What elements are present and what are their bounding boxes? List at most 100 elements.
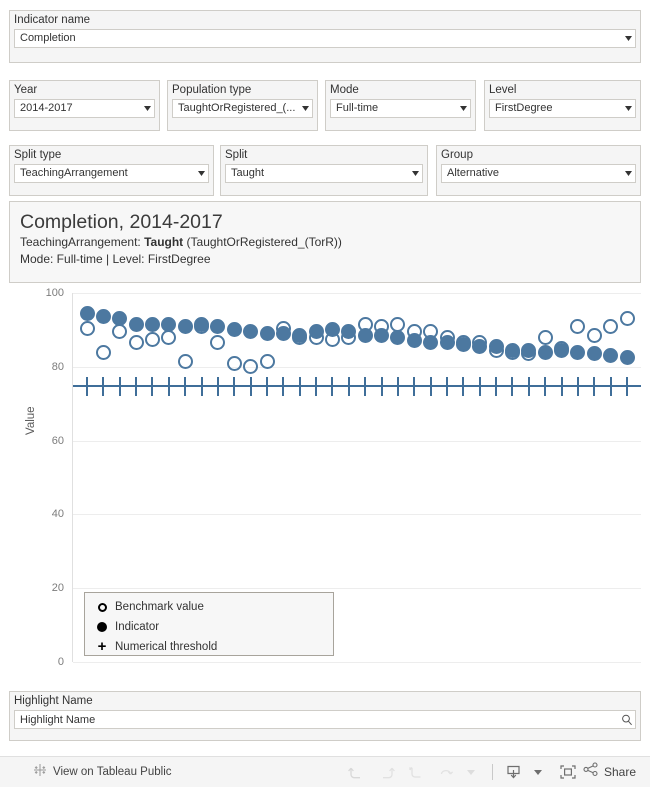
data-point-benchmark[interactable] bbox=[144, 331, 160, 347]
numerical-threshold-marker[interactable] bbox=[167, 376, 170, 396]
numerical-threshold-marker[interactable] bbox=[429, 376, 432, 396]
data-point-benchmark[interactable] bbox=[554, 340, 570, 356]
numerical-threshold-marker[interactable] bbox=[266, 376, 268, 396]
data-point-indicator[interactable] bbox=[128, 316, 144, 332]
numerical-threshold-marker[interactable] bbox=[446, 376, 448, 396]
numerical-threshold-marker[interactable] bbox=[184, 376, 187, 396]
data-point-indicator[interactable] bbox=[603, 348, 619, 364]
numerical-threshold-marker[interactable] bbox=[527, 376, 530, 396]
data-point-benchmark[interactable] bbox=[406, 324, 422, 340]
data-point-benchmark[interactable] bbox=[488, 342, 504, 358]
dropdown-mode[interactable]: Full-time bbox=[330, 99, 471, 118]
data-point-benchmark[interactable] bbox=[521, 346, 537, 362]
data-point-indicator[interactable] bbox=[619, 350, 635, 366]
chevron-down-icon[interactable] bbox=[408, 165, 422, 182]
data-point-benchmark[interactable] bbox=[79, 320, 95, 336]
data-point-benchmark[interactable] bbox=[177, 353, 193, 369]
chevron-down-icon[interactable] bbox=[456, 100, 470, 117]
data-point-indicator[interactable] bbox=[570, 344, 586, 360]
dropdown-level[interactable]: FirstDegree bbox=[489, 99, 636, 118]
data-point-benchmark[interactable] bbox=[603, 318, 619, 334]
data-point-benchmark[interactable] bbox=[341, 329, 357, 345]
data-point-benchmark[interactable] bbox=[194, 318, 210, 334]
numerical-threshold-marker[interactable] bbox=[249, 376, 252, 396]
data-point-benchmark[interactable] bbox=[439, 329, 455, 345]
data-point-indicator[interactable] bbox=[144, 316, 160, 332]
data-point-benchmark[interactable] bbox=[390, 316, 406, 332]
data-point-indicator[interactable] bbox=[177, 318, 193, 334]
data-point-benchmark[interactable] bbox=[292, 329, 308, 345]
chevron-down-icon[interactable] bbox=[140, 100, 154, 117]
numerical-threshold-marker[interactable] bbox=[216, 376, 219, 396]
chevron-down-icon[interactable] bbox=[621, 100, 635, 117]
data-point-benchmark[interactable] bbox=[324, 331, 340, 347]
numerical-threshold-marker[interactable] bbox=[396, 376, 399, 396]
numerical-threshold-marker[interactable] bbox=[86, 376, 88, 396]
search-icon[interactable] bbox=[619, 711, 635, 728]
legend-item-indicator[interactable]: Indicator bbox=[85, 617, 333, 637]
undo-icon[interactable] bbox=[342, 759, 372, 785]
data-point-benchmark[interactable] bbox=[95, 344, 111, 360]
data-point-indicator[interactable] bbox=[390, 329, 406, 345]
fullscreen-icon[interactable] bbox=[553, 759, 583, 785]
data-point-benchmark[interactable] bbox=[112, 324, 128, 340]
data-point-benchmark[interactable] bbox=[308, 329, 324, 345]
numerical-threshold-marker[interactable] bbox=[544, 376, 547, 396]
numerical-threshold-marker[interactable] bbox=[135, 376, 138, 396]
data-point-benchmark[interactable] bbox=[504, 344, 520, 360]
search-input[interactable] bbox=[15, 711, 619, 728]
chevron-down-icon[interactable] bbox=[456, 759, 486, 785]
numerical-threshold-marker[interactable] bbox=[478, 376, 481, 396]
dropdown-year[interactable]: 2014-2017 bbox=[14, 99, 155, 118]
revert-icon[interactable] bbox=[402, 759, 432, 785]
numerical-threshold-marker[interactable] bbox=[347, 376, 350, 396]
data-point-indicator[interactable] bbox=[586, 346, 602, 362]
data-point-indicator[interactable] bbox=[259, 326, 275, 342]
numerical-threshold-marker[interactable] bbox=[413, 376, 416, 396]
chevron-down-icon[interactable] bbox=[621, 165, 635, 182]
numerical-threshold-marker[interactable] bbox=[380, 376, 383, 396]
data-point-indicator[interactable] bbox=[537, 344, 553, 360]
view-on-tableau-public-link[interactable]: View on Tableau Public bbox=[33, 763, 172, 782]
numerical-threshold-marker[interactable] bbox=[233, 376, 236, 396]
numerical-threshold-marker[interactable] bbox=[315, 376, 318, 396]
chevron-down-icon[interactable] bbox=[194, 165, 208, 182]
data-point-benchmark[interactable] bbox=[619, 311, 635, 327]
numerical-threshold-marker[interactable] bbox=[511, 376, 514, 396]
numerical-threshold-marker[interactable] bbox=[462, 376, 465, 396]
data-point-indicator[interactable] bbox=[79, 305, 95, 321]
data-point-benchmark[interactable] bbox=[259, 353, 275, 369]
numerical-threshold-marker[interactable] bbox=[576, 376, 579, 396]
numerical-threshold-marker[interactable] bbox=[495, 376, 498, 396]
data-point-benchmark[interactable] bbox=[586, 327, 602, 343]
data-point-benchmark[interactable] bbox=[161, 329, 177, 345]
numerical-threshold-marker[interactable] bbox=[200, 376, 203, 396]
numerical-threshold-marker[interactable] bbox=[560, 376, 563, 396]
data-point-benchmark[interactable] bbox=[128, 335, 144, 351]
data-point-benchmark[interactable] bbox=[210, 335, 226, 351]
chevron-down-icon[interactable] bbox=[298, 100, 312, 117]
data-point-benchmark[interactable] bbox=[374, 318, 390, 334]
dropdown-indicator-name[interactable]: Completion bbox=[14, 29, 636, 48]
numerical-threshold-marker[interactable] bbox=[364, 376, 367, 396]
data-point-indicator[interactable] bbox=[226, 322, 242, 338]
numerical-threshold-marker[interactable] bbox=[282, 376, 285, 396]
redo-icon[interactable] bbox=[372, 759, 402, 785]
chevron-down-icon[interactable] bbox=[523, 759, 553, 785]
data-point-benchmark[interactable] bbox=[357, 316, 373, 332]
legend-item-numerical-threshold[interactable]: + Numerical threshold bbox=[85, 637, 333, 657]
data-point-benchmark[interactable] bbox=[537, 329, 553, 345]
numerical-threshold-marker[interactable] bbox=[151, 376, 154, 396]
data-point-benchmark[interactable] bbox=[226, 355, 242, 371]
highlight-name-field[interactable] bbox=[14, 710, 636, 729]
dropdown-group[interactable]: Alternative bbox=[441, 164, 636, 183]
data-point-benchmark[interactable] bbox=[570, 318, 586, 334]
data-point-indicator[interactable] bbox=[210, 318, 226, 334]
share-button[interactable]: Share bbox=[583, 762, 640, 782]
dropdown-population-type[interactable]: TaughtOrRegistered_(... bbox=[172, 99, 313, 118]
numerical-threshold-marker[interactable] bbox=[118, 376, 121, 396]
numerical-threshold-marker[interactable] bbox=[331, 376, 334, 396]
numerical-threshold-marker[interactable] bbox=[593, 376, 596, 396]
data-point-indicator[interactable] bbox=[243, 324, 259, 340]
data-point-benchmark[interactable] bbox=[243, 359, 259, 375]
